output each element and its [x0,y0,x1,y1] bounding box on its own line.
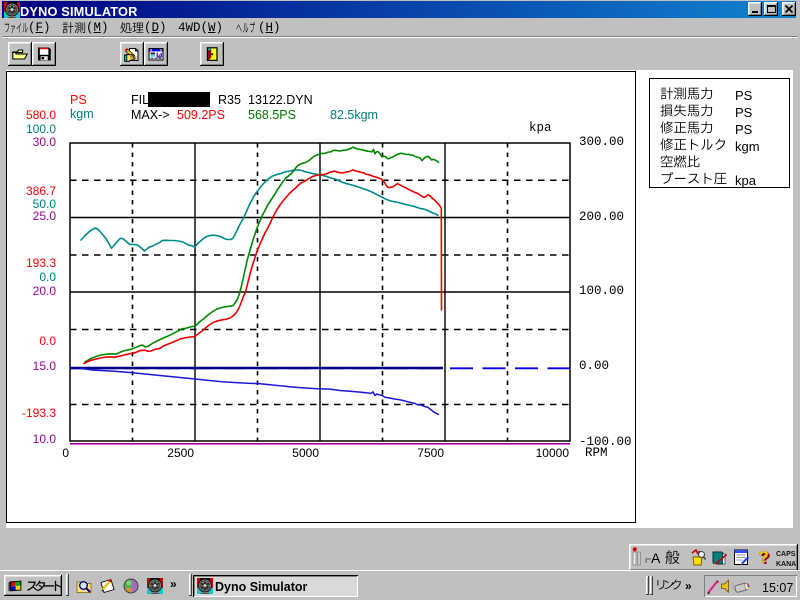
svg-text:?: ? [759,548,769,567]
